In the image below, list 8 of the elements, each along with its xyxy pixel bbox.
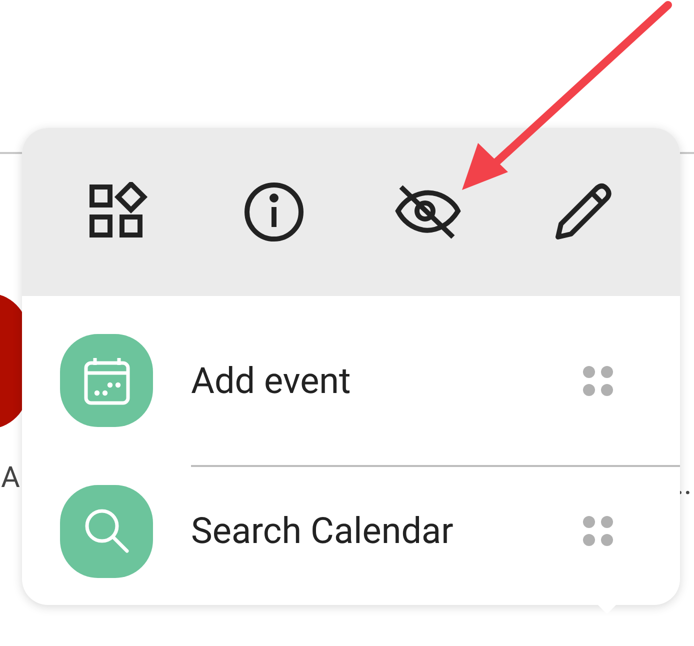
app-label: A (1, 464, 20, 493)
drag-handle-icon[interactable] (582, 515, 614, 547)
shortcut-label[interactable]: Search Calendar (191, 504, 454, 558)
drag-handle-icon[interactable] (582, 364, 614, 396)
info-icon[interactable] (242, 181, 305, 243)
hide-icon[interactable] (395, 184, 462, 240)
shortcut-label[interactable]: Add event (191, 354, 351, 408)
edit-icon[interactable] (552, 182, 613, 242)
